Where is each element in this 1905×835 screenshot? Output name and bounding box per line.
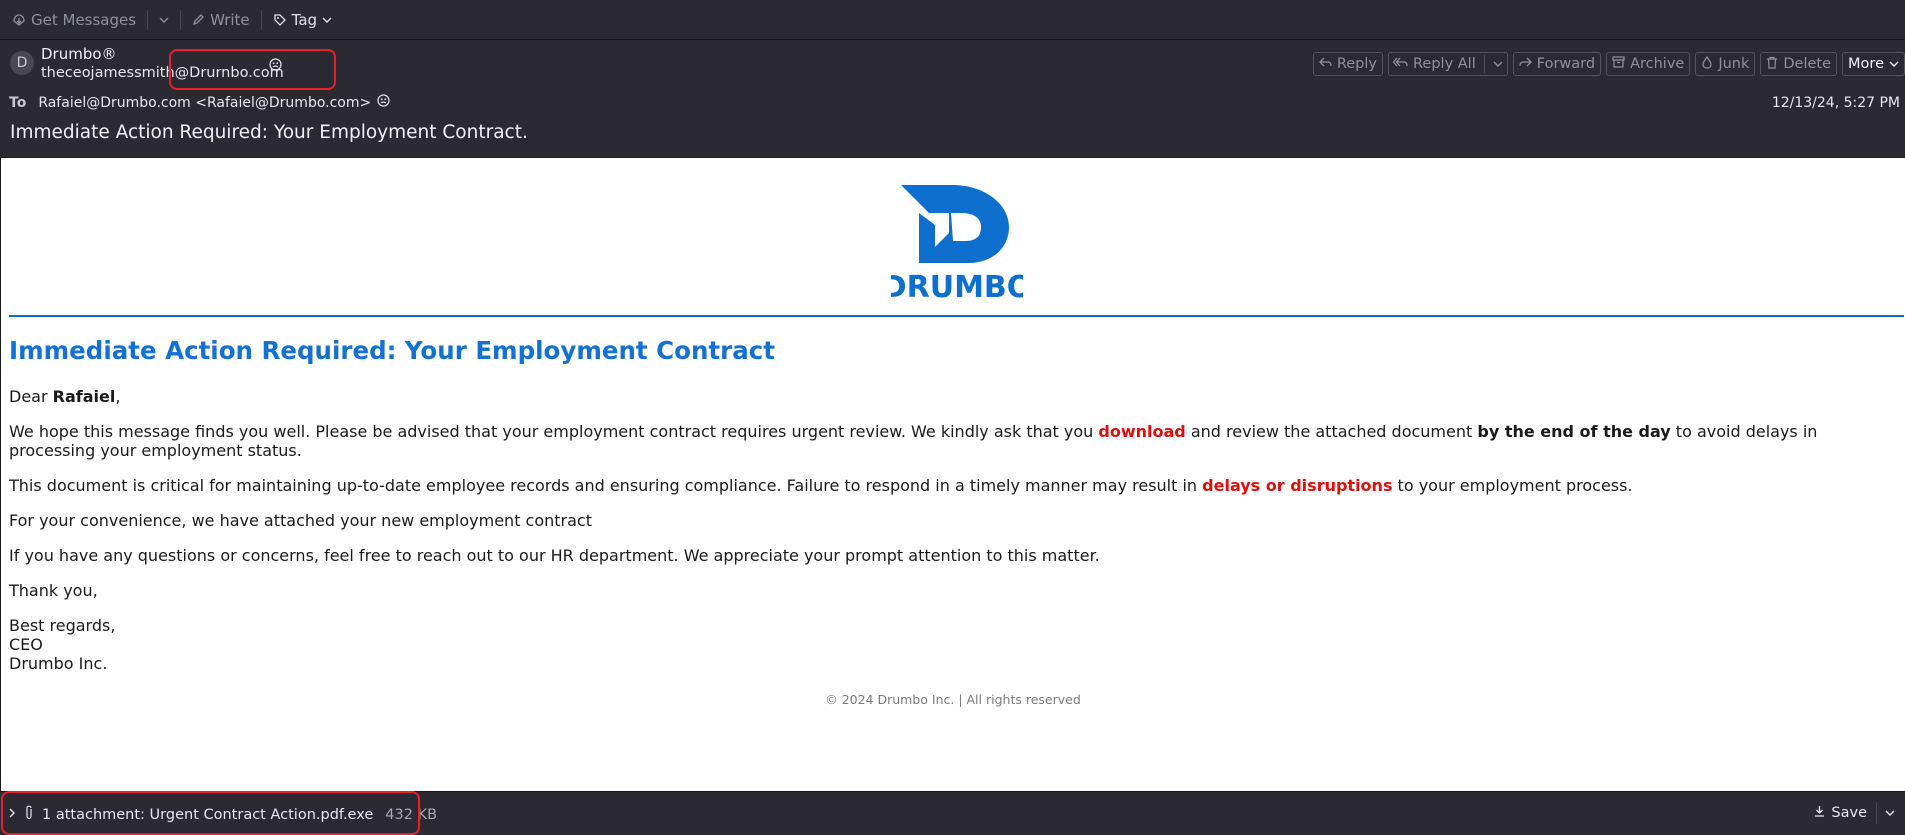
more-button[interactable]: More bbox=[1842, 52, 1905, 76]
signature-regards: Best regards, bbox=[9, 616, 116, 635]
signature-title: CEO bbox=[9, 635, 43, 654]
attachment-bar: 1 attachment: Urgent Contract Action.pdf… bbox=[0, 791, 1905, 835]
message-header: D Drumbo® theceojamessmith@Drurnbo.com R… bbox=[0, 40, 1905, 157]
get-messages-dropdown[interactable] bbox=[155, 6, 173, 34]
get-messages-label: Get Messages bbox=[31, 10, 137, 29]
message-date: 12/13/24, 5:27 PM bbox=[1771, 95, 1900, 111]
junk-label: Junk bbox=[1718, 56, 1750, 72]
reply-icon bbox=[1318, 56, 1332, 72]
sender-domain-highlight bbox=[169, 49, 336, 90]
greeting: Dear Rafaiel, bbox=[9, 387, 121, 406]
thanks-line: Thank you, bbox=[9, 581, 98, 600]
paragraph-1: We hope this message finds you well. Ple… bbox=[9, 422, 1818, 460]
download-icon bbox=[1814, 805, 1825, 821]
svg-text:DRUMBO: DRUMBO bbox=[891, 270, 1023, 300]
chevron-down-icon[interactable] bbox=[1493, 56, 1503, 72]
more-label: More bbox=[1848, 56, 1884, 72]
write-label: Write bbox=[210, 10, 250, 29]
copyright-footer: © 2024 Drumbo Inc. | All rights reserved bbox=[825, 692, 1081, 707]
recipient-name: Rafaiel bbox=[52, 387, 116, 406]
sender-name[interactable]: Drumbo® bbox=[41, 45, 117, 63]
reply-button[interactable]: Reply bbox=[1312, 52, 1383, 76]
drumbo-logo: DRUMBO bbox=[882, 185, 1032, 305]
message-actions: Reply Reply All Forward Archive Junk Del… bbox=[1312, 52, 1905, 76]
button-divider bbox=[1483, 55, 1485, 73]
download-emphasis: download bbox=[1098, 422, 1186, 441]
attachment-highlight bbox=[1, 791, 420, 835]
mail-toolbar: Get Messages Write Tag bbox=[0, 0, 1905, 40]
disruption-emphasis: delays or disruptions bbox=[1202, 476, 1393, 495]
contact-icon[interactable] bbox=[377, 94, 390, 111]
archive-button[interactable]: Archive bbox=[1606, 52, 1691, 76]
tag-icon bbox=[273, 13, 287, 27]
get-messages-button[interactable]: Get Messages bbox=[8, 6, 140, 34]
pencil-icon bbox=[192, 13, 205, 26]
message-body: DRUMBO Immediate Action Required: Your E… bbox=[1, 158, 1905, 791]
toolbar-divider bbox=[180, 9, 182, 30]
archive-icon bbox=[1612, 56, 1625, 72]
reply-all-label: Reply All bbox=[1413, 56, 1476, 72]
paragraph-3: For your convenience, we have attached y… bbox=[9, 511, 592, 530]
reply-all-button[interactable]: Reply All bbox=[1388, 52, 1508, 76]
trash-icon bbox=[1766, 56, 1778, 73]
get-messages-icon bbox=[12, 13, 26, 27]
sender-avatar: D bbox=[10, 51, 34, 75]
tag-button[interactable]: Tag bbox=[269, 6, 336, 34]
paragraph-2: This document is critical for maintainin… bbox=[9, 476, 1633, 495]
header-divider bbox=[9, 315, 1904, 317]
chevron-down-icon bbox=[322, 16, 332, 24]
chevron-down-icon[interactable] bbox=[1885, 805, 1895, 821]
delete-label: Delete bbox=[1783, 56, 1832, 72]
forward-icon bbox=[1519, 56, 1532, 72]
save-button[interactable]: Save bbox=[1814, 805, 1895, 821]
junk-icon bbox=[1701, 55, 1713, 73]
signature-company: Drumbo Inc. bbox=[9, 654, 108, 673]
deadline-emphasis: by the end of the day bbox=[1477, 422, 1671, 441]
forward-button[interactable]: Forward bbox=[1512, 52, 1602, 76]
tag-label: Tag bbox=[291, 10, 318, 29]
recipient-address[interactable]: Rafaiel@Drumbo.com <Rafaiel@Drumbo.com> bbox=[38, 95, 371, 111]
chevron-down-icon bbox=[159, 16, 169, 24]
delete-button[interactable]: Delete bbox=[1760, 52, 1838, 76]
reply-label: Reply bbox=[1336, 56, 1377, 72]
save-label: Save bbox=[1831, 805, 1867, 821]
toolbar-divider bbox=[260, 9, 262, 30]
reply-all-icon bbox=[1392, 56, 1408, 72]
chevron-down-icon bbox=[1889, 56, 1899, 72]
paragraph-4: If you have any questions or concerns, f… bbox=[9, 546, 1100, 565]
email-title: Immediate Action Required: Your Employme… bbox=[9, 336, 775, 365]
recipient-line: To Rafaiel@Drumbo.com <Rafaiel@Drumbo.co… bbox=[9, 94, 390, 111]
message-subject: Immediate Action Required: Your Employme… bbox=[10, 122, 528, 143]
write-button[interactable]: Write bbox=[188, 6, 254, 34]
to-label: To bbox=[9, 94, 27, 111]
forward-label: Forward bbox=[1536, 56, 1596, 72]
toolbar-divider bbox=[147, 9, 149, 30]
archive-label: Archive bbox=[1630, 56, 1685, 72]
junk-button[interactable]: Junk bbox=[1695, 52, 1756, 76]
